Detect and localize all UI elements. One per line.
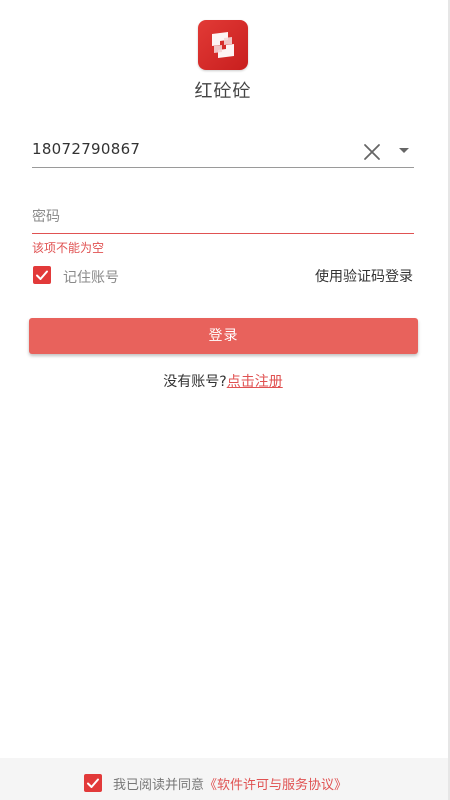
register-row: 没有账号?点击注册	[0, 371, 446, 391]
dropdown-arrow-icon[interactable]	[399, 148, 409, 153]
agreement-prefix: 我已阅读并同意	[113, 778, 205, 793]
login-screen: 红砼砼 18072790867 该项不能为空 记住账号 使用验证码登录 登录 没…	[0, 0, 450, 800]
password-error-text: 该项不能为空	[32, 241, 105, 255]
password-input[interactable]	[32, 203, 414, 231]
login-button[interactable]: 登录	[29, 318, 418, 354]
remember-account-label[interactable]: 记住账号	[63, 267, 119, 287]
agreement-footer: 我已阅读并同意《软件许可与服务协议》	[0, 758, 448, 800]
phone-field[interactable]: 18072790867	[32, 137, 414, 168]
remember-account-checkbox[interactable]	[33, 266, 51, 284]
app-name: 红砼砼	[194, 81, 252, 102]
register-link[interactable]: 点击注册	[227, 374, 283, 390]
sms-login-link[interactable]: 使用验证码登录	[315, 266, 413, 286]
clear-icon[interactable]	[362, 142, 382, 162]
phone-input-value[interactable]: 18072790867	[32, 140, 140, 158]
app-logo-icon	[198, 20, 248, 70]
agree-checkbox[interactable]	[84, 774, 102, 792]
agreement-link[interactable]: 《软件许可与服务协议》	[204, 778, 347, 793]
agreement-text: 我已阅读并同意《软件许可与服务协议》	[113, 774, 347, 793]
password-field[interactable]	[32, 203, 414, 234]
register-prompt: 没有账号?	[163, 374, 227, 390]
